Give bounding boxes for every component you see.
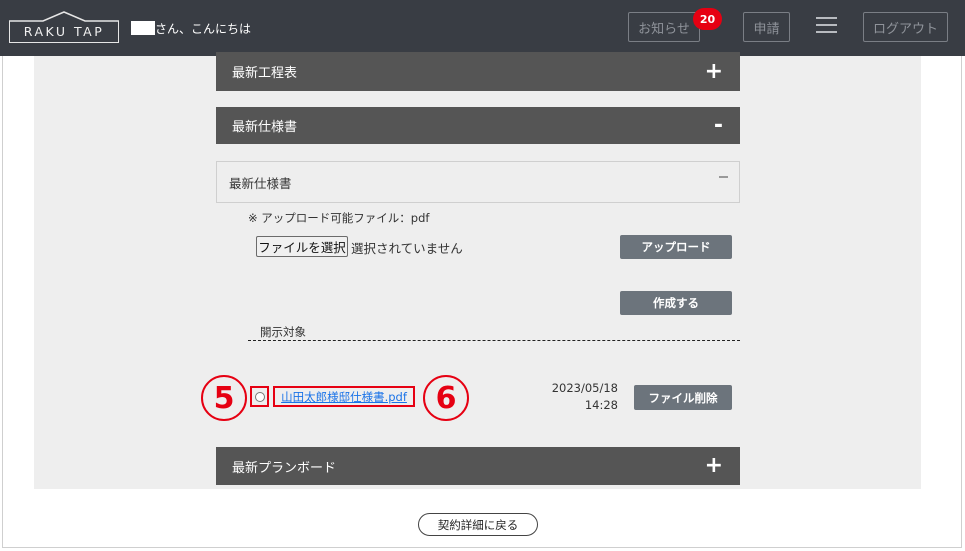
file-link-highlight-box: 山田太郎様邸仕様書.pdf <box>273 386 415 407</box>
frame-left <box>2 56 3 548</box>
expand-plus-icon[interactable]: + <box>705 60 723 83</box>
disclose-target-label: 開示対象 <box>260 325 306 339</box>
spec-file-link[interactable]: 山田太郎様邸仕様書.pdf <box>281 389 407 405</box>
file-timestamp: 2023/05/18 14:28 <box>548 380 618 414</box>
raku-tap-logo[interactable]: RAKU TAP <box>9 11 119 43</box>
checkbox-highlight-box <box>250 386 269 407</box>
upload-button[interactable]: アップロード <box>620 235 732 259</box>
spec-section-title: 最新仕様書 <box>232 120 298 135</box>
spec-subsection-header[interactable]: 最新仕様書 <box>216 161 740 203</box>
disclose-checkbox[interactable] <box>254 391 265 402</box>
upload-note: ※ アップロード可能ファイル：pdf <box>248 211 430 225</box>
user-name-mask <box>131 21 155 35</box>
choose-file-button[interactable]: ファイルを選択 <box>256 236 348 257</box>
notifications-button[interactable]: お知らせ <box>628 12 700 42</box>
file-time: 14:28 <box>584 398 618 412</box>
logo-text: RAKU TAP <box>23 24 105 39</box>
file-status-text: 選択されていません <box>351 241 463 256</box>
expand-plus-icon[interactable]: + <box>705 455 723 477</box>
logout-button[interactable]: ログアウト <box>863 12 948 42</box>
spec-subsection-title: 最新仕様書 <box>229 175 292 191</box>
annotation-marker-5: 5 <box>201 375 247 421</box>
planboard-section-title: 最新プランボード <box>232 460 337 476</box>
app-header: RAKU TAP さん、こんにちは お知らせ 20 申請 ログアウト <box>0 0 965 56</box>
delete-file-button[interactable]: ファイル削除 <box>634 385 732 410</box>
planboard-section-header[interactable]: 最新プランボード + <box>216 447 740 485</box>
dashed-divider <box>248 340 740 341</box>
file-date: 2023/05/18 <box>551 381 618 395</box>
spec-section-header[interactable]: 最新仕様書 - <box>216 107 740 144</box>
create-button[interactable]: 作成する <box>620 291 732 315</box>
collapse-minus-icon[interactable]: - <box>714 114 723 137</box>
hamburger-menu-icon[interactable] <box>816 17 837 35</box>
apply-button[interactable]: 申請 <box>743 12 790 42</box>
schedule-section-header[interactable]: 最新工程表 + <box>216 52 740 91</box>
annotation-marker-6: 6 <box>423 375 469 421</box>
greeting-text: さん、こんにちは <box>155 22 252 36</box>
schedule-section-title: 最新工程表 <box>232 66 298 81</box>
notification-count-badge: 20 <box>693 8 722 30</box>
frame-bottom <box>2 547 962 548</box>
collapse-minus-icon[interactable] <box>719 176 728 178</box>
frame-right <box>961 56 962 548</box>
back-to-contract-button[interactable]: 契約詳細に戻る <box>418 513 538 536</box>
